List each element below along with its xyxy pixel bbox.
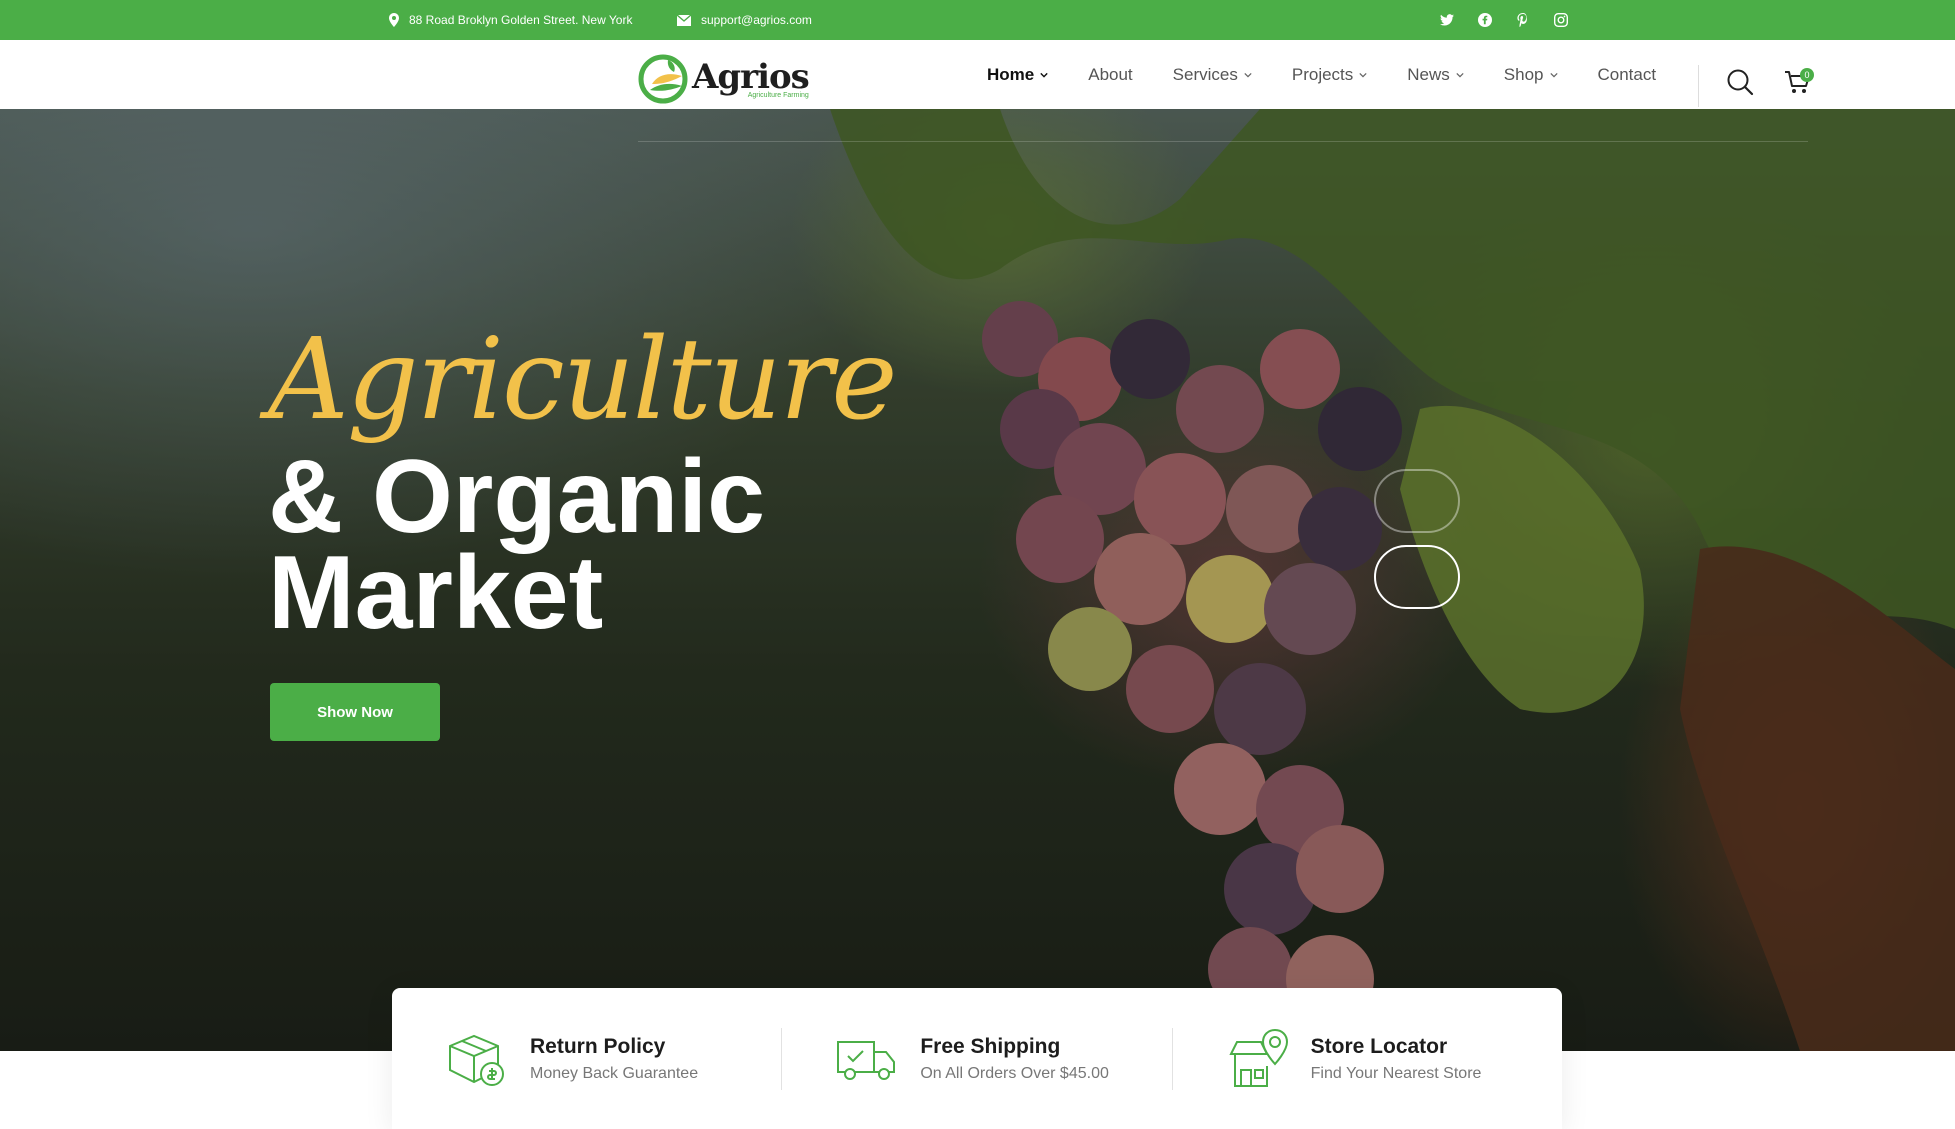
envelope-icon	[677, 14, 691, 26]
feature-free-shipping: Free Shipping On All Orders Over $45.00	[781, 1027, 1171, 1090]
search-icon	[1727, 69, 1754, 96]
nav-label-services: Services	[1172, 64, 1238, 84]
hero-title-line1: & Organic	[268, 439, 765, 555]
email-text: support@agrios.com	[701, 13, 812, 27]
chevron-down-icon	[1456, 72, 1464, 77]
nav-label-home: Home	[987, 64, 1035, 84]
delivery-truck-icon	[837, 1040, 896, 1080]
nav-item-shop[interactable]: Shop	[1504, 65, 1558, 85]
facebook-icon[interactable]	[1477, 12, 1493, 28]
instagram-icon[interactable]	[1553, 12, 1569, 28]
nav-item-contact[interactable]: Contact	[1598, 65, 1657, 85]
feature-return-policy: Return Policy Money Back Guarantee	[392, 1028, 781, 1090]
feature-store-locator: Store Locator Find Your Nearest Store	[1171, 1027, 1562, 1090]
hero-title-line2: Market	[268, 535, 604, 651]
site-logo[interactable]: Agrios Agriculture Farming	[638, 54, 810, 104]
feature-subtitle: Find Your Nearest Store	[1310, 1064, 1482, 1082]
logo-tagline: Agriculture Farming	[747, 91, 809, 99]
address-info: 88 Road Broklyn Golden Street. New York	[389, 0, 632, 40]
show-now-button[interactable]: Show Now	[270, 683, 440, 741]
nav-item-projects[interactable]: Projects	[1292, 65, 1367, 85]
feature-subtitle: On All Orders Over $45.00	[920, 1064, 1109, 1082]
nav-label-projects: Projects	[1291, 64, 1354, 84]
top-info-bar: 88 Road Broklyn Golden Street. New York …	[0, 0, 1955, 40]
nav-label-contact: Contact	[1597, 64, 1657, 84]
chevron-down-icon	[1359, 72, 1367, 77]
header-divider	[1698, 65, 1699, 107]
search-button[interactable]	[1726, 68, 1754, 96]
social-links	[1439, 0, 1569, 40]
main-header: Agrios Agriculture Farming Home About Se…	[0, 40, 1955, 109]
store-location-icon	[1229, 1028, 1288, 1087]
nav-item-news[interactable]: News	[1407, 65, 1464, 85]
hero-slider: Agriculture & Organic Market Show Now	[0, 109, 1955, 1051]
nav-label-about: About	[1088, 64, 1133, 84]
feature-subtitle: Money Back Guarantee	[530, 1064, 699, 1082]
nav-label-news: News	[1407, 64, 1450, 84]
feature-title: Free Shipping	[920, 1034, 1061, 1058]
slider-dot-2[interactable]	[1374, 545, 1460, 609]
twitter-icon[interactable]	[1439, 12, 1455, 28]
hero-title: & Organic Market	[268, 439, 765, 651]
slider-dot-1[interactable]	[1374, 469, 1460, 533]
chevron-down-icon	[1040, 72, 1048, 78]
features-bar: Return Policy Money Back Guarantee Free …	[392, 988, 1562, 1129]
email-info[interactable]: support@agrios.com	[677, 0, 812, 40]
feature-title: Return Policy	[530, 1034, 666, 1058]
chevron-down-icon	[1244, 72, 1252, 77]
nav-item-home[interactable]: Home	[987, 65, 1048, 85]
main-nav: Home About Services Projects News Shop C…	[987, 40, 1656, 109]
hero-divider-line	[638, 141, 1808, 142]
address-text: 88 Road Broklyn Golden Street. New York	[409, 13, 633, 27]
logo-name: Agrios	[692, 56, 810, 97]
chevron-down-icon	[1549, 72, 1558, 77]
feature-title: Store Locator	[1310, 1034, 1448, 1058]
nav-item-services[interactable]: Services	[1173, 65, 1252, 85]
location-pin-icon	[389, 13, 399, 27]
nav-item-about[interactable]: About	[1088, 65, 1132, 85]
hero-script-heading: Agriculture	[268, 315, 898, 445]
box-return-icon	[449, 1034, 504, 1086]
nav-label-shop: Shop	[1503, 64, 1544, 84]
pinterest-icon[interactable]	[1515, 12, 1531, 28]
cart-count-badge: 0	[1800, 68, 1814, 82]
logo-leaf-icon	[638, 54, 688, 104]
